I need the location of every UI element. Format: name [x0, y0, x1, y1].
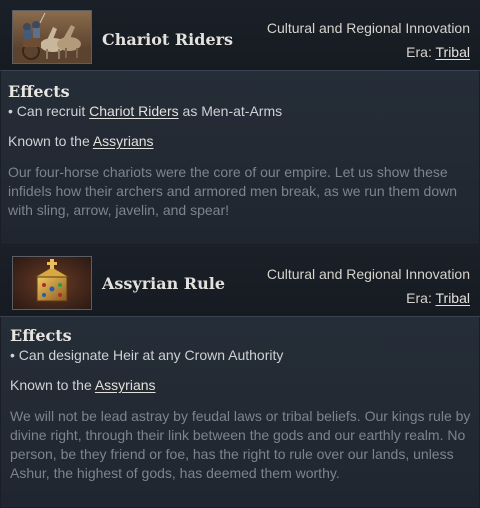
innovation-body: Effects • Can recruit Chariot Riders as … [8, 82, 472, 220]
effect-item: • Can designate Heir at any Crown Author… [10, 347, 284, 363]
crown-reliquary-image [12, 256, 92, 310]
men-at-arms-link[interactable]: Chariot Riders [89, 103, 178, 119]
effect-prefix: • Can recruit [8, 103, 90, 119]
effects-heading: Effects [8, 82, 70, 101]
known-to: Known to the Assyrians [8, 133, 472, 149]
innovation-card-chariot-riders: Chariot Riders Cultural and Regional Inn… [0, 0, 480, 245]
effect-item: • Can recruit Chariot Riders as Men-at-A… [8, 103, 472, 119]
innovation-header: Chariot Riders Cultural and Regional Inn… [0, 0, 480, 71]
effects-heading: Effects [10, 326, 72, 345]
culture-link[interactable]: Assyrians [95, 377, 156, 393]
flavor-text: Our four-horse chariots were the core of… [8, 164, 457, 218]
innovation-header: Assyrian Rule Cultural and Regional Inno… [0, 246, 480, 317]
chariot-riders-image [12, 10, 92, 64]
innovation-era: Era: Tribal [406, 44, 470, 60]
innovation-category: Cultural and Regional Innovation [266, 266, 470, 282]
known-to: Known to the Assyrians [10, 377, 474, 393]
era-value-link[interactable]: Tribal [436, 290, 471, 306]
flavor-text: We will not be lead astray by feudal law… [10, 408, 471, 481]
era-label: Era: [406, 290, 432, 306]
era-value-link[interactable]: Tribal [436, 44, 471, 60]
innovation-era: Era: Tribal [406, 290, 470, 306]
innovation-card-assyrian-rule: Assyrian Rule Cultural and Regional Inno… [0, 246, 480, 508]
innovation-category: Cultural and Regional Innovation [266, 20, 470, 36]
culture-link[interactable]: Assyrians [93, 133, 154, 149]
innovation-body: Effects • Can designate Heir at any Crow… [10, 326, 474, 483]
innovation-title: Chariot Riders [102, 30, 234, 49]
era-label: Era: [406, 44, 432, 60]
known-prefix: Known to the [10, 377, 95, 393]
innovation-title: Assyrian Rule [102, 274, 225, 293]
effect-suffix: as Men-at-Arms [178, 103, 283, 119]
known-prefix: Known to the [8, 133, 93, 149]
